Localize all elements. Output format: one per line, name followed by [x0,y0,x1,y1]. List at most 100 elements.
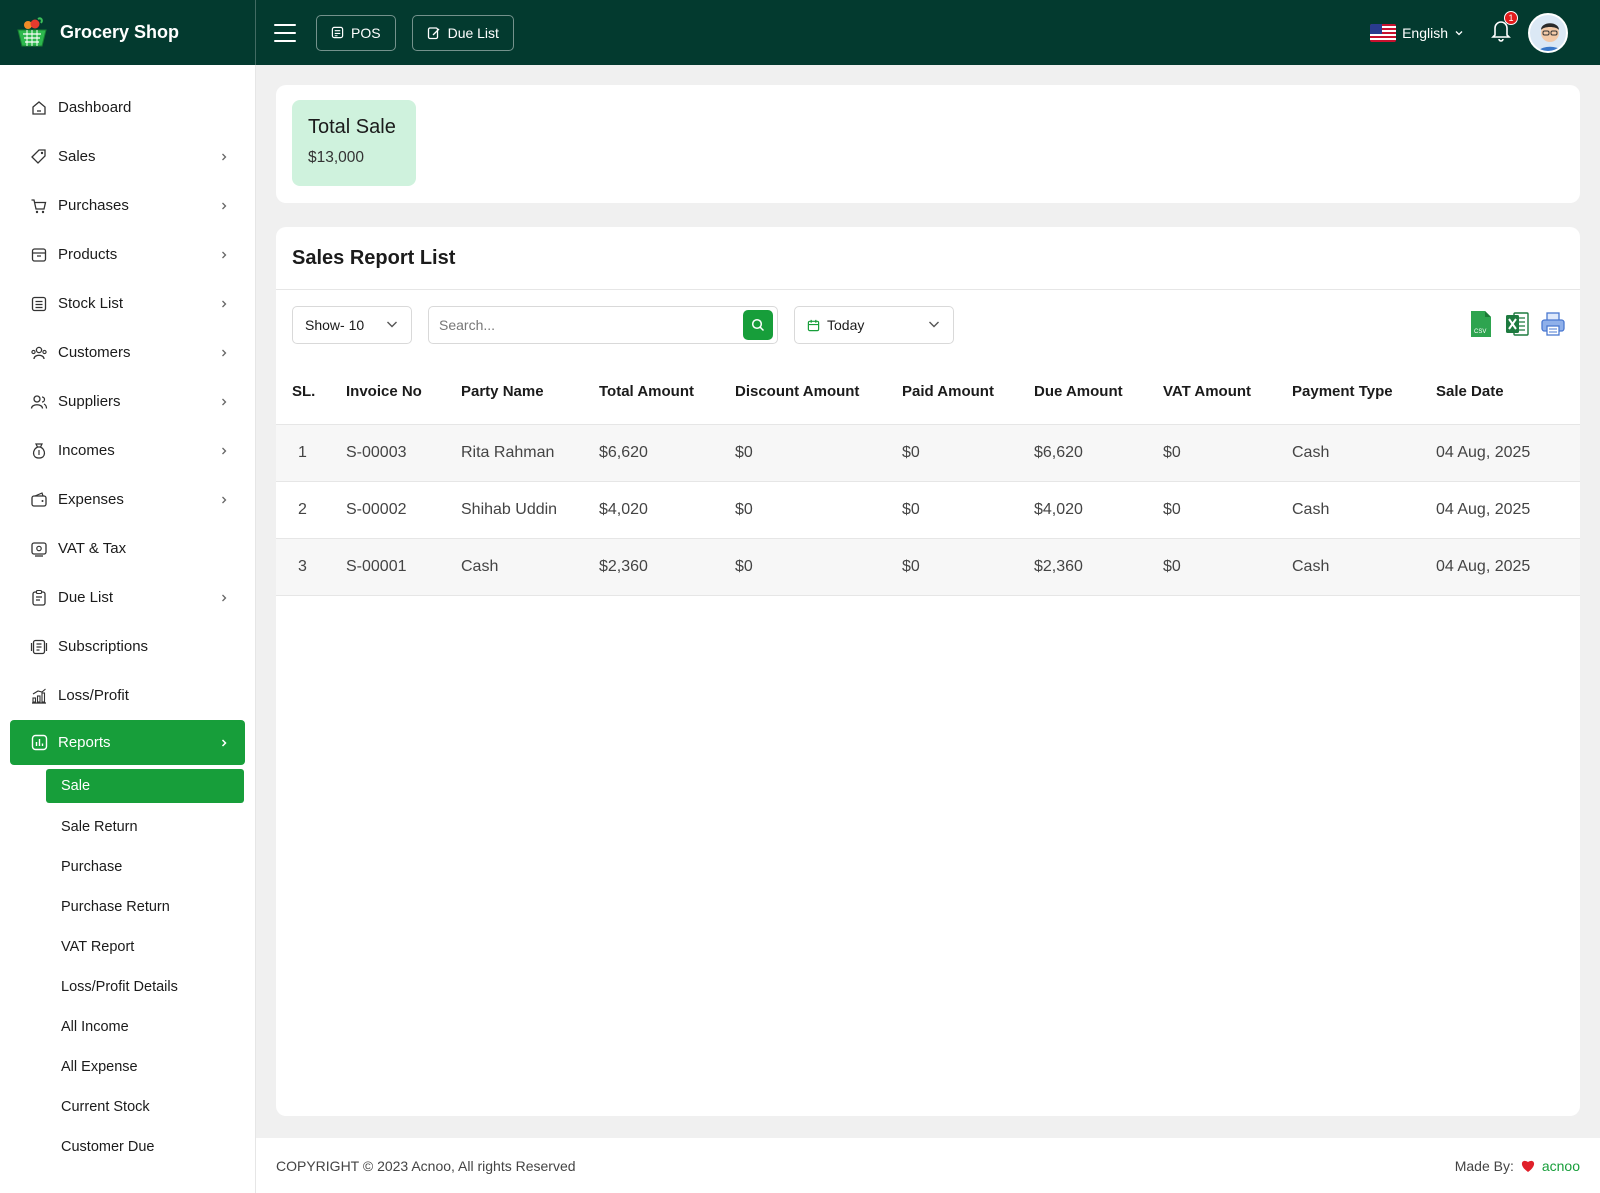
chevron-right-icon [219,737,231,749]
avatar[interactable] [1528,12,1568,53]
table-row[interactable]: 3 S-00001 Cash $2,360 $0 $0 $2,360 $0 Cash 04 Aug… [276,538,1580,595]
table-cell: $0 [902,500,920,518]
due-list-button[interactable]: Due List [411,14,514,51]
sidebar-item-sales[interactable]: Sales [0,132,255,181]
submenu-item-vat-report[interactable]: VAT Report [0,927,255,967]
dashboard-icon [30,99,48,117]
footer: COPYRIGHT © 2023 Acnoo, All rights Reser… [256,1138,1600,1193]
table-cell: $0 [1163,557,1181,575]
csv-export-icon[interactable]: CSV [1468,310,1494,338]
table-row[interactable]: 1 S-00003 Rita Rahman $6,620 $0 $0 $6,620 $0 Cas… [276,424,1580,481]
submenu-item-current-stock[interactable]: Current Stock [0,1087,255,1127]
sidebar-item-label: Stock List [58,295,124,312]
table-row[interactable]: 2 S-00002 Shihab Uddin $4,020 $0 $0 $4,020 $0 Ca… [276,481,1580,538]
column-header: Total Amount [599,383,694,401]
table-cell: $0 [1163,500,1181,518]
submenu-item-all-income[interactable]: All Income [0,1007,255,1047]
submenu-item-customer-due[interactable]: Customer Due [0,1127,255,1167]
menu-toggle-icon[interactable] [274,23,296,42]
list-icon [30,295,48,313]
report-icon [30,734,48,752]
sidebar-item-due-list[interactable]: Due List [0,573,255,622]
submenu-item-purchase-return[interactable]: Purchase Return [0,887,255,927]
table-cell: S-00003 [346,443,407,461]
show-entries-select[interactable]: Show- 10 [292,306,412,344]
chevron-right-icon [219,494,231,506]
date-filter-select[interactable]: Today [794,306,954,344]
language-selector[interactable]: English [1370,23,1464,42]
table-cell: 04 Aug, 2025 [1436,557,1531,575]
sidebar-item-reports[interactable]: Reports [10,720,245,765]
sidebar-item-label: Purchases [58,197,129,214]
submenu-item-loss-profit-details[interactable]: Loss/Profit Details [0,967,255,1007]
users-icon [30,344,48,362]
sidebar-item-purchases[interactable]: Purchases [0,181,255,230]
submenu-item-all-expense[interactable]: All Expense [0,1047,255,1087]
table-cell: Shihab Uddin [461,500,558,518]
cart-icon [30,197,48,215]
sidebar-item-loss-profit[interactable]: Loss/Profit [0,671,255,720]
sidebar-item-label: Subscriptions [58,638,149,655]
print-icon[interactable] [1540,310,1566,338]
made-by-brand-link[interactable]: acnoo [1542,1158,1580,1174]
total-sale-value: $13,000 [308,149,365,166]
chevron-down-icon [1455,30,1463,35]
sidebar-item-label: Incomes [58,442,115,459]
pos-button[interactable]: POS [316,14,396,51]
box-icon [30,246,48,264]
sidebar-item-suppliers[interactable]: Suppliers [0,377,255,426]
sidebar-item-dashboard[interactable]: Dashboard [0,83,255,132]
sidebar-item-incomes[interactable]: Incomes [0,426,255,475]
sidebar-nav: Dashboard Sales Purchases Products Stock Lis… [0,65,255,720]
table-cell: Cash [461,557,499,575]
table-cell: $2,360 [1034,557,1083,575]
table-cell: $0 [735,443,753,461]
notification-button[interactable]: 1 [1490,11,1518,47]
chevron-right-icon [219,298,231,310]
table-header-row: SL. Invoice No Party Name Total Amount Disco… [276,360,1580,424]
app-name: Grocery Shop [60,22,180,42]
search-input[interactable] [429,307,729,343]
submenu-item-sale-return[interactable]: Sale Return [0,807,255,847]
supplier-icon [30,393,48,411]
table-cell: Cash [1292,500,1330,518]
submenu-item-purchase[interactable]: Purchase [0,847,255,887]
table-cell: 2 [298,500,307,518]
brand[interactable]: Grocery Shop [0,0,256,65]
chevron-right-icon [219,445,231,457]
sidebar-item-stock-list[interactable]: Stock List [0,279,255,328]
table-cell: $0 [735,557,753,575]
sidebar-item-expenses[interactable]: Expenses [0,475,255,524]
chart-icon [30,687,48,705]
table-cell: $6,620 [599,443,648,461]
sidebar-item-customers[interactable]: Customers [0,328,255,377]
sidebar-item-label: Customers [58,344,131,361]
excel-export-icon[interactable] [1504,310,1530,338]
export-actions: CSV [1468,310,1566,338]
show-entries-label: Show- 10 [305,317,365,333]
column-header: Party Name [461,383,544,401]
column-header: Payment Type [1292,383,1393,401]
sidebar-item-label: Reports [58,734,111,751]
chevron-right-icon [219,249,231,261]
submenu-item-sale[interactable]: Sale [46,769,244,803]
receipt-icon [30,540,48,558]
column-header: SL. [292,383,316,401]
top-bar: Grocery Shop POS Due List English 1 [0,0,1600,65]
table-cell: $0 [1163,443,1181,461]
sidebar-item-vat-tax[interactable]: VAT & Tax [0,524,255,573]
sidebar-item-products[interactable]: Products [0,230,255,279]
table-cell: Cash [1292,443,1330,461]
search-button[interactable] [743,310,773,340]
sidebar-item-label: Products [58,246,118,263]
sidebar: Dashboard Sales Purchases Products Stock Lis… [0,65,256,1193]
column-header: VAT Amount [1163,383,1252,401]
pos-label: POS [351,24,381,41]
table-cell: S-00002 [346,500,407,518]
sidebar-item-subscriptions[interactable]: Subscriptions [0,622,255,671]
heart-icon [1521,1160,1534,1172]
edit-note-icon [427,26,440,39]
wallet-icon [30,491,48,509]
sidebar-item-label: Sales [58,148,96,165]
table-cell: 1 [298,443,307,461]
